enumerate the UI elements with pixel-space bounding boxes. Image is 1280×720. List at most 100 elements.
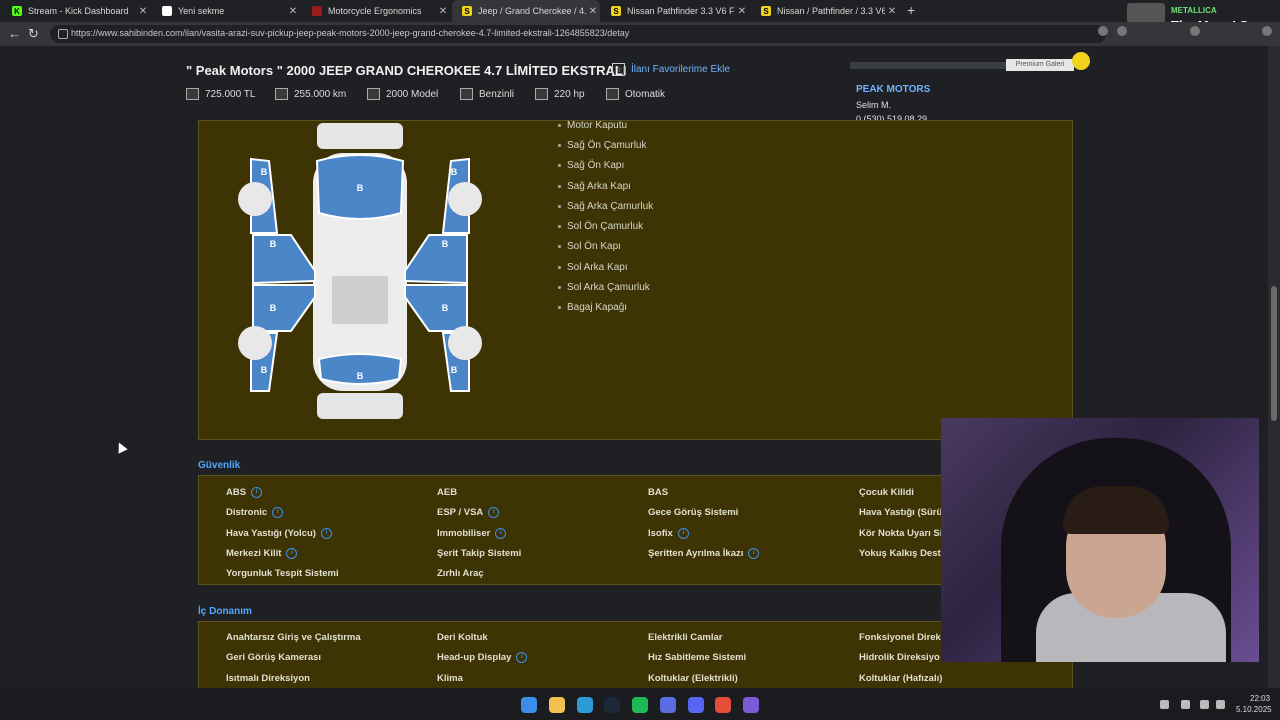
scrollbar-thumb[interactable] <box>1271 286 1277 421</box>
info-icon[interactable]: i <box>748 547 760 559</box>
spec-year-value: 2000 Model <box>386 88 439 100</box>
tab-favicon-icon: S <box>761 6 771 16</box>
reload-icon[interactable]: ↻ <box>28 26 39 42</box>
network-icon[interactable] <box>1200 700 1209 709</box>
browser-tab[interactable]: Motorcycle Ergonomics ✕ <box>302 0 450 22</box>
dealer-header-bar <box>850 62 1010 69</box>
feature-item: Gece Görüş Sistemi <box>648 507 738 518</box>
edge-browser-icon[interactable] <box>577 697 593 713</box>
tab-close-icon[interactable]: ✕ <box>136 6 150 17</box>
obs-icon[interactable] <box>743 697 759 713</box>
feature-label: Koltuklar (Elektrikli) <box>648 672 738 684</box>
feature-label: Merkezi Kilit <box>226 547 282 559</box>
list-item: Motor Kaputu <box>558 115 653 135</box>
feature-item: AEB <box>437 487 457 498</box>
feature-label: ABS <box>226 487 247 498</box>
feature-item: Elektrikli Camlar <box>648 632 722 643</box>
feature-item: Head-up Display i <box>437 652 528 664</box>
spec-hp-value: 220 hp <box>554 88 585 100</box>
info-icon[interactable]: i <box>516 652 528 664</box>
spec-transmission: Otomatik <box>606 88 665 100</box>
menu-icon[interactable] <box>1262 26 1272 36</box>
tray-chevron-icon[interactable] <box>1160 700 1169 709</box>
feature-label: Distronic <box>226 507 268 519</box>
windows-start-icon[interactable] <box>521 697 537 713</box>
right-rear-fender-marker: B <box>451 365 458 375</box>
section-title-guvenlik: Güvenlik <box>198 460 241 471</box>
tab-close-icon[interactable]: ✕ <box>436 6 450 17</box>
front-bumper <box>317 123 403 149</box>
feature-item: Koltuklar (Elektrikli) <box>648 673 738 684</box>
left-rear-fender-marker: B <box>261 365 268 375</box>
browser-tab[interactable]: Yeni sekme ✕ <box>152 0 300 22</box>
info-icon[interactable]: i <box>677 527 689 539</box>
new-tab-button[interactable]: + <box>907 2 915 18</box>
feature-item: ESP / VSA i <box>437 507 500 519</box>
feature-label: Hidrolik Direksiyo <box>859 652 940 664</box>
feature-item: Merkezi Kilit i <box>226 547 298 559</box>
back-arrow-icon[interactable]: ← <box>8 26 21 41</box>
info-icon[interactable]: i <box>488 507 500 519</box>
clock-date[interactable]: 5.10.2025 <box>1236 705 1272 714</box>
km-icon <box>275 88 288 100</box>
site-info-icon[interactable] <box>58 29 68 39</box>
info-icon[interactable]: i <box>495 527 507 539</box>
hood-marker: B <box>357 183 364 193</box>
browser-tab[interactable]: S Jeep / Grand Cherokee / 4.7 / Limi✕ <box>452 0 600 22</box>
zoom-icon[interactable] <box>1098 26 1108 36</box>
browser-tab[interactable]: K Stream - Kick Dashboard ✕ <box>2 0 150 22</box>
chrome-icon[interactable] <box>715 697 731 713</box>
tab-close-icon[interactable]: ✕ <box>586 6 600 17</box>
tab-close-icon[interactable]: ✕ <box>735 6 749 17</box>
extension-icon[interactable] <box>1117 26 1127 36</box>
feature-label: Anahtarsız Giriş ve Çalıştırma <box>226 632 361 643</box>
feature-label: Deri Koltuk <box>437 632 488 643</box>
feature-label: ESP / VSA <box>437 507 484 519</box>
feature-label: Isofix <box>648 527 673 539</box>
info-icon[interactable]: i <box>272 507 284 519</box>
feature-label: Zırhlı Araç <box>437 568 484 580</box>
star-icon: ☆ <box>612 63 625 76</box>
profile-icon[interactable] <box>1190 26 1200 36</box>
info-icon[interactable]: i <box>286 547 298 559</box>
tab-label: Stream - Kick Dashboard <box>28 6 129 16</box>
dealer-name[interactable]: PEAK MOTORS <box>856 84 930 95</box>
feature-item: Anahtarsız Giriş ve Çalıştırma <box>226 632 361 643</box>
feature-item: Hız Sabitleme Sistemi <box>648 652 746 663</box>
info-icon[interactable]: i <box>320 527 332 539</box>
discord-icon[interactable] <box>688 697 704 713</box>
feature-label: Yokuş Kalkış Deste <box>859 547 946 559</box>
list-item: Sol Ön Çamurluk <box>558 216 653 236</box>
feature-item: Yorgunluk Tespit Sistemi <box>226 568 339 579</box>
feature-label: Koltuklar (Hafızalı) <box>859 672 943 684</box>
spotify-icon[interactable] <box>632 697 648 713</box>
feature-label: Klima <box>437 672 463 684</box>
url-field[interactable]: https://www.sahibinden.com/ilan/vasita-a… <box>50 25 1106 43</box>
tab-close-icon[interactable]: ✕ <box>286 6 300 17</box>
browser-tab[interactable]: S Nissan / Pathfinder / 3.3 V6 / 199✕ <box>751 0 899 22</box>
volume-icon[interactable] <box>1216 700 1225 709</box>
add-favorite-link[interactable]: ☆ İlanı Favorilerime Ekle <box>612 63 730 76</box>
damage-info-panel: B B B B B B B B B B Motor Kaputu Sağ Ön … <box>198 120 1073 440</box>
feature-item: Isofix i <box>648 527 689 539</box>
app-icon[interactable] <box>660 697 676 713</box>
feature-label: Gece Görüş Sistemi <box>648 507 739 519</box>
right-front-fender-marker: B <box>451 167 458 177</box>
list-item: Sol Arka Çamurluk <box>558 277 653 297</box>
painted-parts-list: Motor Kaputu Sağ Ön Çamurluk Sağ Ön Kapı… <box>558 115 653 318</box>
clock-time[interactable]: 22:03 <box>1250 694 1270 703</box>
list-item: Sağ Arka Çamurluk <box>558 196 653 216</box>
info-icon[interactable]: i <box>251 487 263 498</box>
trunk-marker: B <box>357 371 364 381</box>
file-explorer-icon[interactable] <box>549 697 565 713</box>
browser-tab[interactable]: S Nissan Pathfinder 3.3 V6 Fiyatları✕ <box>601 0 749 22</box>
tab-close-icon[interactable]: ✕ <box>885 6 899 17</box>
microphone-icon[interactable] <box>1181 700 1190 709</box>
page-scrollbar[interactable] <box>1268 46 1280 688</box>
url-text: https://www.sahibinden.com/ilan/vasita-a… <box>71 28 630 38</box>
steam-icon[interactable] <box>604 697 620 713</box>
price-icon <box>186 88 199 100</box>
streamer-hair <box>1063 486 1169 534</box>
right-rear-door-marker: B <box>442 303 449 313</box>
feature-item: Hava Yastığı (Sürü <box>859 507 942 518</box>
